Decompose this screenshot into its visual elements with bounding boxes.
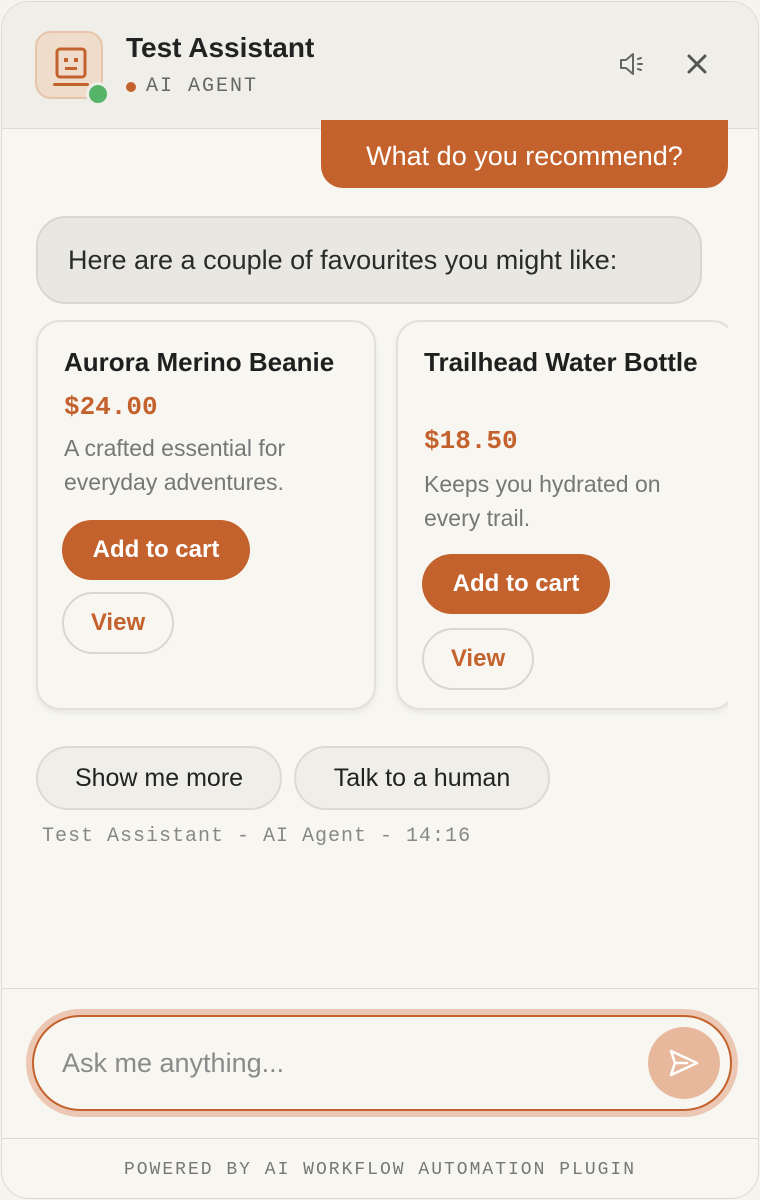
chat-widget: Test Assistant AI AGENT What do you reco… [1, 1, 759, 1199]
assistant-name: Test Assistant [126, 32, 315, 63]
product-price: $18.50 [424, 426, 518, 456]
product-description: Keeps you hydrated on every trail. [424, 471, 661, 531]
mute-button[interactable] [614, 46, 650, 82]
quick-reply-show-more[interactable]: Show me more [36, 746, 282, 810]
chat-header: Test Assistant AI AGENT [2, 2, 758, 129]
robot-face-icon [53, 47, 89, 86]
close-icon [687, 54, 707, 74]
user-message: What do you recommend? [321, 120, 728, 188]
speaker-icon [620, 53, 643, 75]
product-card: Aurora Merino Beanie $24.00 A crafted es… [36, 320, 376, 710]
view-product-button[interactable]: View [62, 592, 174, 654]
view-product-button[interactable]: View [422, 628, 534, 690]
assistant-role-label: AI AGENT [146, 75, 259, 98]
message-input[interactable] [62, 1017, 622, 1109]
close-button[interactable] [679, 46, 715, 82]
send-icon [669, 1049, 699, 1077]
message-composer [2, 988, 758, 1138]
message-meta: Test Assistant - AI Agent - 14:16 [42, 825, 472, 848]
product-card: Trailhead Water Bottle $18.50 Keeps you … [396, 320, 728, 710]
send-button[interactable] [648, 1027, 720, 1099]
input-focus-ring [26, 1009, 738, 1117]
status-dot [126, 81, 136, 92]
assistant-message: Here are a couple of favourites you migh… [36, 216, 702, 304]
add-to-cart-button[interactable]: Add to cart [62, 520, 250, 580]
add-to-cart-button[interactable]: Add to cart [422, 554, 610, 614]
product-name: Aurora Merino Beanie [64, 347, 335, 377]
input-container [32, 1015, 732, 1111]
assistant-role: AI AGENT [126, 75, 258, 98]
product-price: $24.00 [64, 392, 158, 422]
product-carousel[interactable]: Aurora Merino Beanie $24.00 A crafted es… [2, 302, 728, 722]
product-name: Trailhead Water Bottle [424, 347, 698, 377]
quick-reply-talk-to-human[interactable]: Talk to a human [294, 746, 550, 810]
powered-by-footer: POWERED BY AI WORKFLOW AUTOMATION PLUGIN [2, 1138, 758, 1198]
product-description: A crafted essential for everyday adventu… [64, 435, 286, 495]
online-status-dot [86, 82, 110, 106]
